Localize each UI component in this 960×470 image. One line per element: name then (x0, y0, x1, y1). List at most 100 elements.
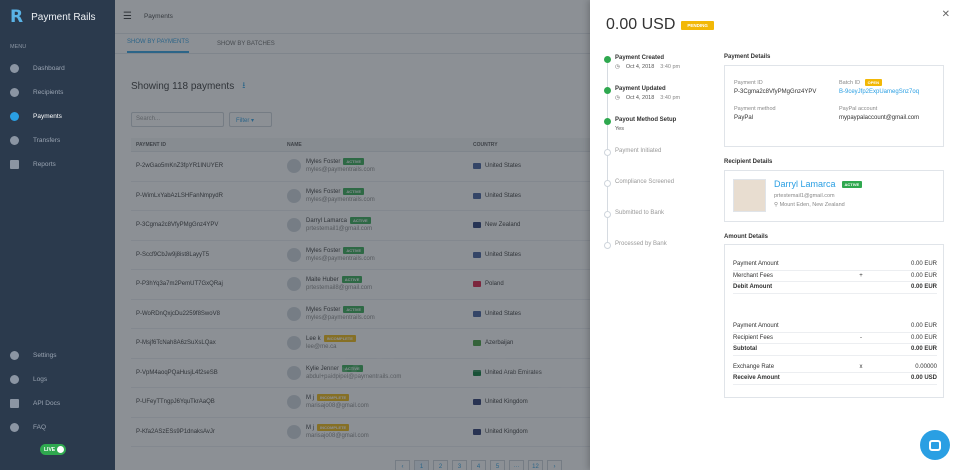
amount-value: 0.00 EUR (910, 323, 937, 330)
country-name: Azerbaijan (485, 340, 514, 347)
country-cell: Poland (473, 281, 596, 288)
page-button[interactable]: 2 (433, 460, 448, 470)
docs-icon (10, 398, 19, 408)
table-row[interactable]: P-UFeyTTngpJ6YquTkrAaQB M j INCOMPLETE mari… (131, 388, 596, 418)
amount-value: 0.00 USD (910, 375, 937, 382)
filter-button[interactable]: Filter ▾ (229, 112, 272, 127)
recipient-name: Maite Huber (306, 277, 339, 284)
payment-id-label: Payment ID (734, 80, 763, 86)
recipient-name: M j (306, 395, 314, 402)
live-toggle[interactable]: LIVE (40, 444, 66, 455)
country-cell: United States (473, 251, 596, 258)
recipient-email: myles@paymentrails.com (306, 314, 375, 321)
menu-icon[interactable]: ☰ (123, 11, 132, 22)
timeline-step: Payment Initiated (604, 148, 714, 183)
avatar (287, 395, 301, 410)
table-row[interactable]: P-2wGao5mKnZ3fpYR1INUYER Myles Foster ACTI… (131, 152, 596, 182)
avatar (287, 336, 301, 351)
country-cell: United States (473, 310, 596, 317)
sidebar-item-api-docs[interactable]: API Docs (0, 391, 115, 415)
sidebar-item-settings[interactable]: Settings (0, 343, 115, 367)
sidebar-item-dashboard[interactable]: Dashboard (0, 56, 115, 80)
step-title: Payment Initiated (615, 148, 662, 154)
recipient-name: Darryl Lamarca (306, 218, 348, 225)
status-badge: ACTIVE (343, 246, 365, 254)
status-badge: INCOMPLETE (317, 394, 350, 402)
flag-icon (473, 399, 481, 406)
recipient-location: ⚲ Mount Eden, New Zealand (774, 202, 845, 208)
help-icon (10, 422, 19, 432)
amount-details-heading: Amount Details (724, 234, 769, 240)
country-name: United States (485, 192, 522, 199)
sidebar-item-transfers[interactable]: Transfers (0, 128, 115, 152)
payments-icon (10, 111, 19, 121)
avatar (287, 247, 301, 262)
sidebar-item-payments[interactable]: Payments (0, 104, 115, 128)
pending-circle-icon (604, 149, 611, 156)
step-detail: Yes (615, 126, 624, 132)
chat-button[interactable] (920, 430, 950, 460)
table-row[interactable]: P-P3hYq3a7m2PemUT7GxQRaj Maite Huber ACTIV… (131, 270, 596, 300)
amount-value: 0.00 EUR (910, 272, 937, 279)
sidebar-item-label: Payments (33, 112, 62, 120)
sidebar-item-reports[interactable]: Reports (0, 152, 115, 176)
sidebar-item-faq[interactable]: FAQ (0, 415, 115, 439)
payment-id-cell: P-P3hYq3a7m2PemUT7GxQRaj (136, 281, 223, 288)
page-button[interactable]: 5 (490, 460, 505, 470)
table-row[interactable]: P-WimLxYabAzLSHFanNmpydR Myles Foster ACTI… (131, 182, 596, 211)
page-button[interactable]: 12 (528, 460, 543, 470)
tab-by-batches[interactable]: SHOW BY BATCHES (217, 41, 275, 53)
debit-breakdown: Payment Amount 0.00 EUR Merchant Fees +0.00… (733, 259, 937, 294)
table-row[interactable]: P-Sccf9CbJw9j8ist8LayyT5 Myles Foster ACTI… (131, 241, 596, 270)
page-button[interactable]: ··· (509, 460, 524, 470)
column-header[interactable]: PAYMENT ID (131, 142, 285, 148)
country-cell: United Kingdom (473, 399, 596, 406)
page-button[interactable]: 3 (452, 460, 467, 470)
country-name: New Zealand (485, 222, 521, 229)
recipient-details-heading: Recipient Details (724, 159, 773, 165)
page-button[interactable]: 4 (471, 460, 486, 470)
avatar (287, 306, 301, 321)
timeline-step: Payment Created ◷ Oct 4, 2018 3:40 pm (604, 55, 714, 90)
flag-icon (473, 310, 481, 317)
payment-id-value: P-3Cgma2c8VfyPMgGnz4YPV (734, 89, 817, 95)
table-row[interactable]: P-3Cgma2c8VfyPMgGnz4YPV Darryl Lamarca ACT… (131, 211, 596, 241)
recipient-email: prtestemail8@gmail.com (306, 285, 373, 292)
payment-id-cell: P-WimLxYabAzLSHFanNmpydR (136, 192, 223, 199)
status-badge: ACTIVE (350, 217, 371, 225)
chat-icon (929, 439, 941, 451)
page-button[interactable]: ‹ (395, 460, 410, 470)
flag-icon (473, 163, 481, 170)
tab-by-payments[interactable]: SHOW BY PAYMENTS (127, 39, 190, 53)
close-icon[interactable]: ✕ (942, 9, 950, 20)
brand-logo[interactable]: R Payment Rails (0, 0, 115, 34)
step-timestamp: ◷ Oct 4, 2018 3:40 pm (615, 95, 714, 101)
payment-amount: 0.00 USD (606, 16, 676, 33)
country-cell: New Zealand (473, 222, 596, 229)
recipient-avatar (733, 179, 766, 212)
page-button[interactable]: › (547, 460, 562, 470)
payment-details-heading: Payment Details (724, 54, 771, 60)
recipient-name: Myles Foster (306, 159, 341, 166)
batch-id-link[interactable]: B-9ceyJfp2ExpUamegSnz7oq (839, 89, 919, 95)
table-header: PAYMENT ID NAME COUNTRY (131, 138, 596, 152)
table-row[interactable]: P-Kfa2ASzESs9P1dnaksAvJr M j INCOMPLETE mar… (131, 418, 596, 447)
column-header[interactable]: NAME (285, 142, 473, 148)
name-cell: M j INCOMPLETE marisajo08@gmail.com (285, 423, 473, 439)
column-header[interactable]: COUNTRY (473, 142, 596, 148)
recipient-email: myles@paymentrails.com (306, 255, 375, 262)
menu-label: MENU (10, 44, 27, 50)
page-button[interactable]: 1 (414, 460, 429, 470)
table-row[interactable]: P-WoRDnQxjcDu2259f8SwoV8 Myles Foster ACTI… (131, 300, 596, 329)
download-icon[interactable]: ⭳ (242, 78, 245, 94)
recipient-name-link[interactable]: Darryl Lamarca (774, 179, 836, 189)
amount-row: Payment Amount 0.00 EUR (733, 321, 937, 333)
search-input[interactable]: Search... (131, 112, 224, 127)
sidebar-item-logs[interactable]: Logs (0, 367, 115, 391)
sidebar-item-recipients[interactable]: Recipients (0, 80, 115, 104)
filter-label: Filter (236, 118, 250, 124)
location-pin-icon: ⚲ (774, 202, 779, 208)
amount-value: 0.00000 (915, 363, 937, 370)
country-cell: United States (473, 192, 596, 199)
amount-label: Recipient Fees (733, 334, 774, 341)
